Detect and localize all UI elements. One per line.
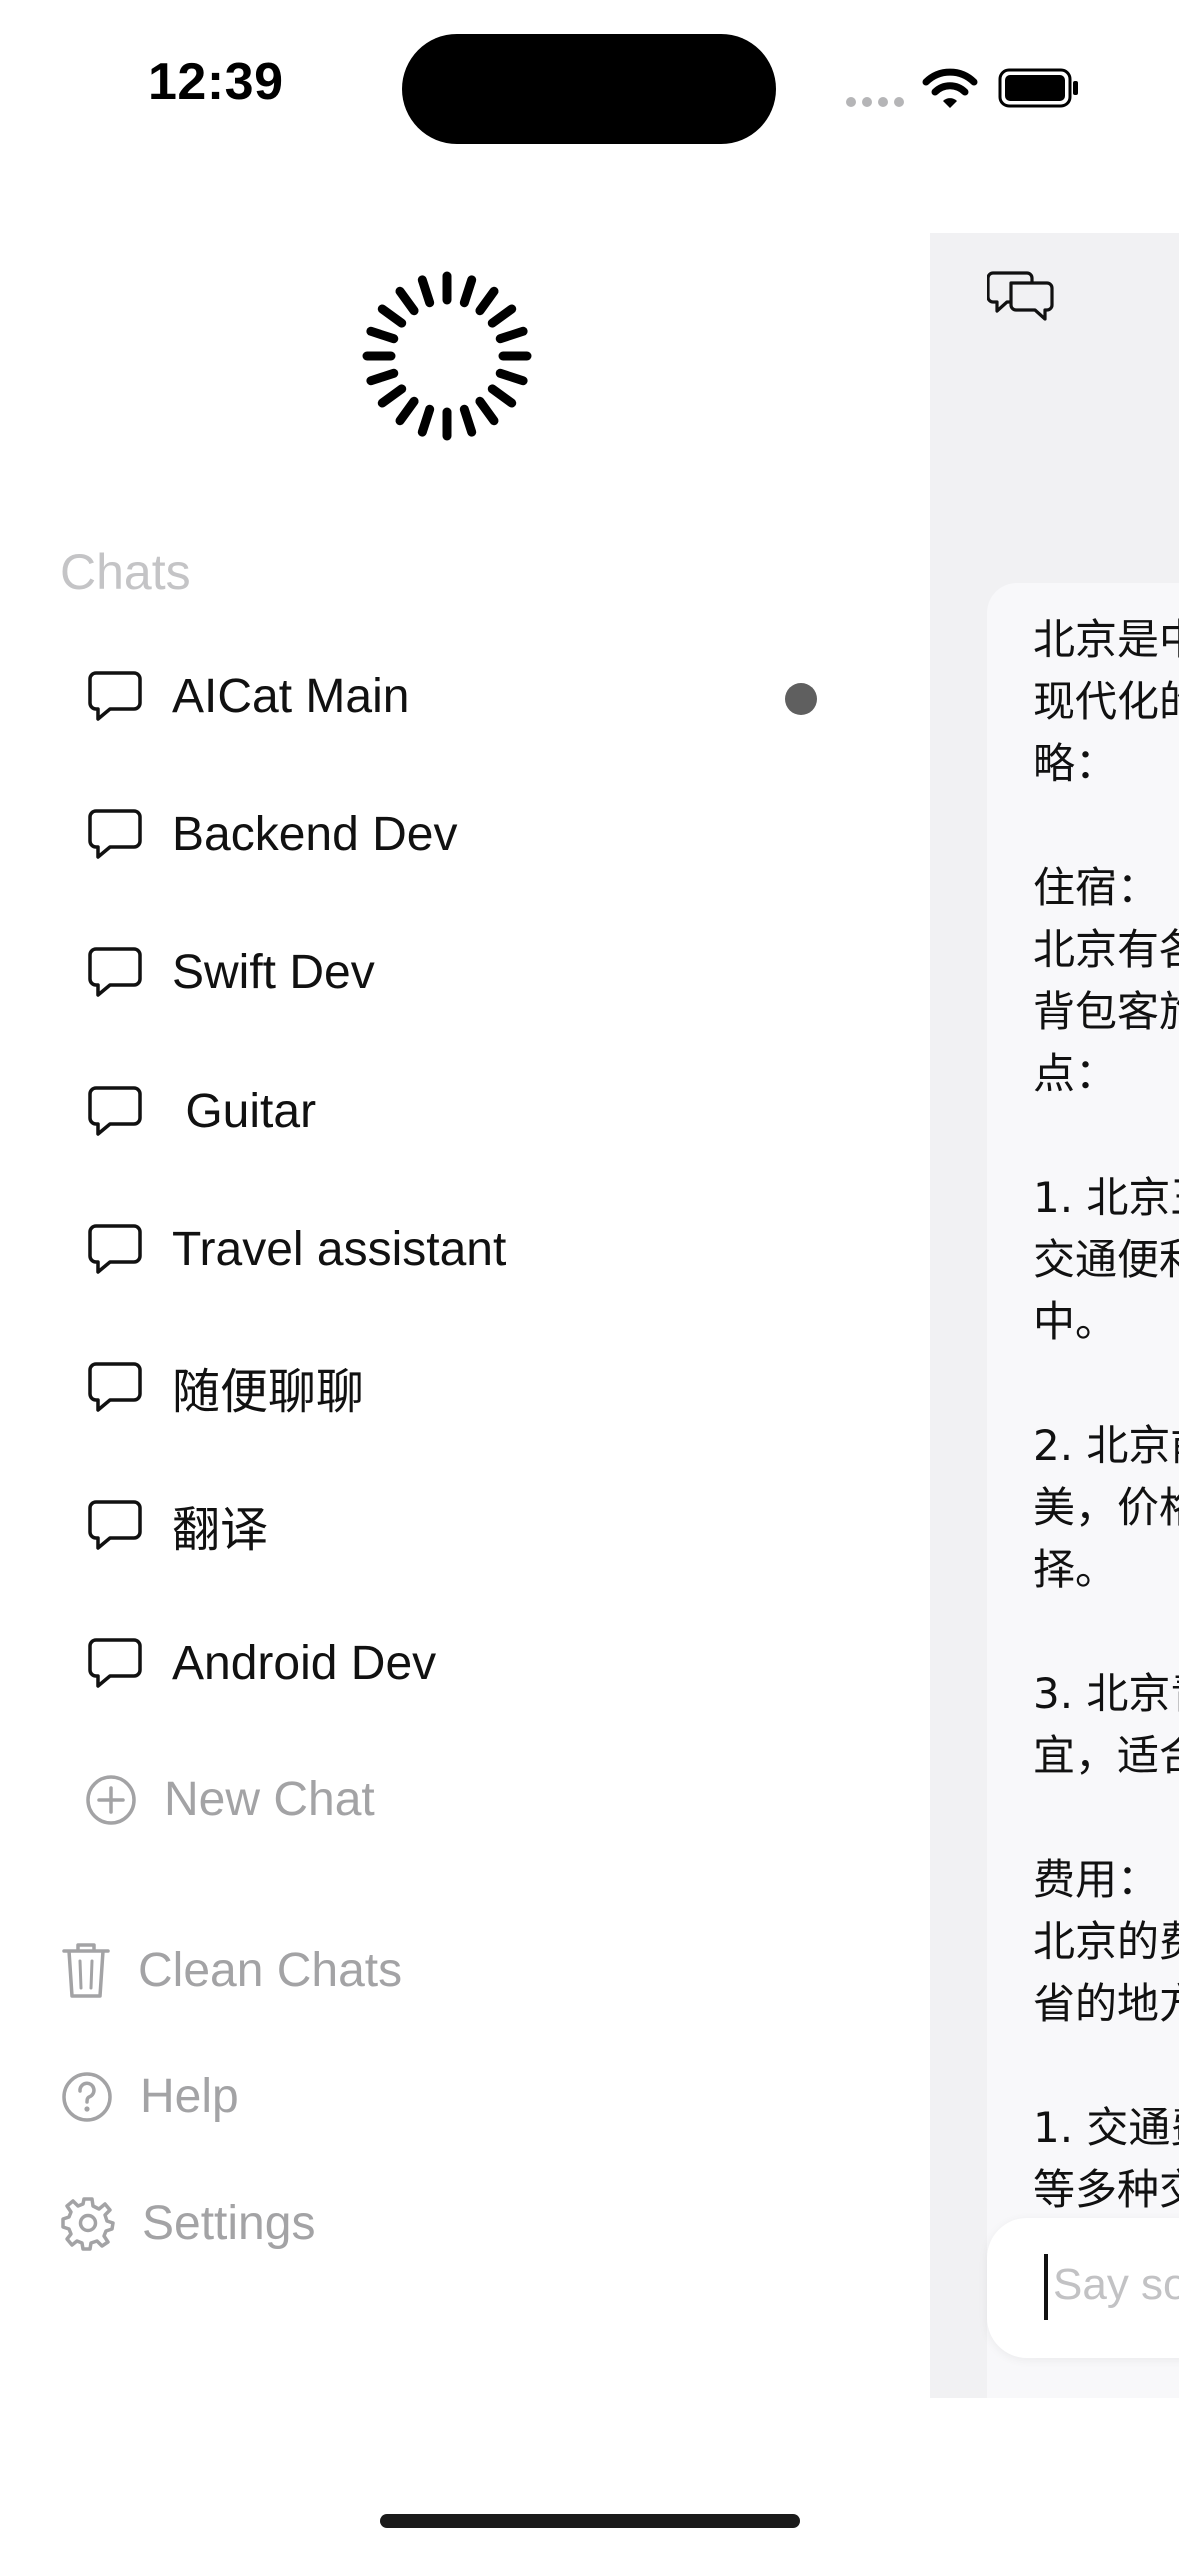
help-button[interactable]: Help bbox=[60, 2069, 239, 2124]
chat-bubble-icon bbox=[88, 947, 142, 997]
settings-label: Settings bbox=[142, 2196, 316, 2250]
spinner-tick bbox=[495, 326, 528, 344]
chat-panel: 北京是中 现代化的 略： 住宿： 北京有各 背包客旅 点： 1. 北京王 交通便… bbox=[930, 233, 1179, 2398]
gear-icon bbox=[61, 2197, 115, 2251]
chat-item-swift-dev[interactable]: Swift Dev bbox=[86, 927, 846, 1017]
clean-chats-label: Clean Chats bbox=[138, 1943, 403, 1997]
chat-item-label: Android Dev bbox=[172, 1636, 437, 1690]
loading-spinner-icon bbox=[362, 271, 532, 441]
spinner-tick bbox=[487, 304, 517, 328]
chat-item-translate[interactable]: 翻译 bbox=[86, 1480, 846, 1570]
chat-bubble-icon bbox=[88, 1362, 142, 1412]
spinner-tick bbox=[377, 384, 407, 408]
chat-item-android-dev[interactable]: Android Dev bbox=[86, 1618, 846, 1708]
wifi-icon bbox=[922, 66, 978, 115]
chat-bubble-icon bbox=[88, 1086, 142, 1136]
text-caret bbox=[1044, 2254, 1048, 2320]
battery-icon bbox=[998, 68, 1080, 113]
chat-bubble-icon bbox=[88, 1500, 142, 1550]
message-input-placeholder: Say so bbox=[1053, 2260, 1179, 2309]
chat-item-aicat-main[interactable]: AICat Main bbox=[86, 651, 846, 741]
plus-circle-icon bbox=[86, 1774, 136, 1825]
chat-item-backend-dev[interactable]: Backend Dev bbox=[86, 789, 846, 879]
new-chat-button[interactable]: New Chat bbox=[84, 1772, 375, 1827]
settings-button[interactable]: Settings bbox=[60, 2195, 315, 2251]
chat-item-label: 翻译 bbox=[172, 1504, 269, 1557]
chats-icon[interactable] bbox=[987, 267, 1055, 323]
chat-bubble-icon bbox=[88, 671, 142, 721]
spinner-tick bbox=[475, 396, 499, 426]
cellular-signal-icon bbox=[845, 95, 905, 114]
chat-item-label: Backend Dev bbox=[172, 807, 458, 861]
chat-bubble-icon bbox=[88, 809, 142, 859]
clean-chats-button[interactable]: Clean Chats bbox=[60, 1940, 402, 2000]
active-chat-indicator bbox=[785, 683, 817, 715]
spinner-tick bbox=[417, 275, 435, 308]
chat-item-label: Travel assistant bbox=[172, 1222, 507, 1276]
trash-icon bbox=[62, 1943, 110, 1998]
chat-bubble-icon bbox=[88, 1638, 142, 1688]
chat-item-label: AICat Main bbox=[172, 669, 410, 723]
spinner-tick bbox=[487, 384, 517, 408]
chats-section-label: Chats bbox=[60, 544, 191, 600]
spinner-tick bbox=[459, 404, 477, 437]
spinner-tick bbox=[395, 286, 419, 316]
chat-item-guitar[interactable]: Guitar bbox=[86, 1066, 846, 1156]
chat-item-label: Swift Dev bbox=[172, 945, 375, 999]
chat-item-casual-chat[interactable]: 随便聊聊 bbox=[86, 1342, 846, 1432]
spinner-tick bbox=[395, 396, 419, 426]
assistant-message-text: 北京是中 现代化的 略： 住宿： 北京有各 背包客旅 点： 1. 北京王 交通便… bbox=[1033, 615, 1179, 2338]
chat-item-label: Guitar bbox=[172, 1084, 317, 1138]
new-chat-label: New Chat bbox=[164, 1773, 375, 1826]
status-time: 12:39 bbox=[148, 53, 284, 111]
home-indicator[interactable] bbox=[380, 2514, 800, 2528]
help-label: Help bbox=[140, 2070, 239, 2123]
dynamic-island bbox=[402, 34, 776, 144]
chat-bubble-icon bbox=[88, 1224, 142, 1274]
chat-item-travel-assistant[interactable]: Travel assistant bbox=[86, 1204, 846, 1294]
spinner-tick bbox=[366, 326, 399, 344]
chat-item-label: 随便聊聊 bbox=[172, 1366, 365, 1419]
spinner-tick bbox=[495, 368, 528, 386]
spinner-tick bbox=[377, 304, 407, 328]
spinner-tick bbox=[475, 286, 499, 316]
question-circle-icon bbox=[62, 2071, 112, 2122]
spinner-tick bbox=[366, 368, 399, 386]
message-input[interactable]: Say so bbox=[987, 2218, 1179, 2358]
spinner-tick bbox=[459, 275, 477, 308]
spinner-tick bbox=[417, 404, 435, 437]
